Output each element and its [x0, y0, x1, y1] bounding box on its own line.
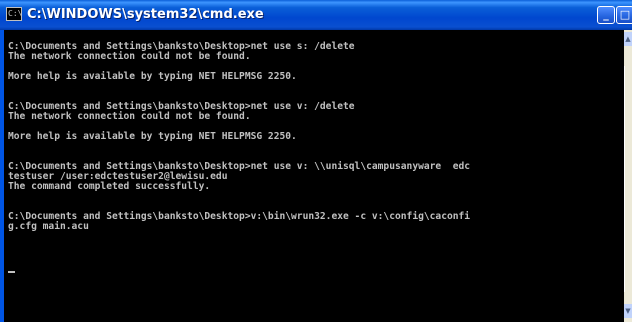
- maximize-button[interactable]: □: [616, 6, 632, 24]
- console-line: The network connection could not be foun…: [8, 111, 251, 122]
- arrow-down-icon[interactable]: ▼: [624, 304, 632, 318]
- console-output[interactable]: C:\Documents and Settings\banksto\Deskto…: [4, 30, 624, 322]
- console-line: More help is available by typing NET HEL…: [8, 71, 297, 82]
- title-bar[interactable]: C:\ C:\WINDOWS\system32\cmd.exe _ □: [0, 0, 632, 30]
- console-line: The network connection could not be foun…: [8, 51, 251, 62]
- arrow-up-icon[interactable]: ▲: [624, 32, 632, 46]
- console-lines: C:\Documents and Settings\banksto\Deskto…: [8, 42, 470, 232]
- vertical-scrollbar[interactable]: ▲ ▼: [624, 30, 632, 322]
- console-line: More help is available by typing NET HEL…: [8, 131, 297, 142]
- text-cursor: [8, 271, 15, 273]
- minimize-button[interactable]: _: [597, 6, 615, 24]
- console-line: g.cfg main.acu: [8, 221, 89, 232]
- scroll-thumb[interactable]: [624, 66, 632, 292]
- cmd-window: C:\ C:\WINDOWS\system32\cmd.exe _ □ C:\D…: [0, 0, 632, 322]
- window-title: C:\WINDOWS\system32\cmd.exe: [27, 7, 264, 22]
- cmd-icon[interactable]: C:\: [6, 7, 22, 21]
- console-line: The command completed successfully.: [8, 181, 211, 192]
